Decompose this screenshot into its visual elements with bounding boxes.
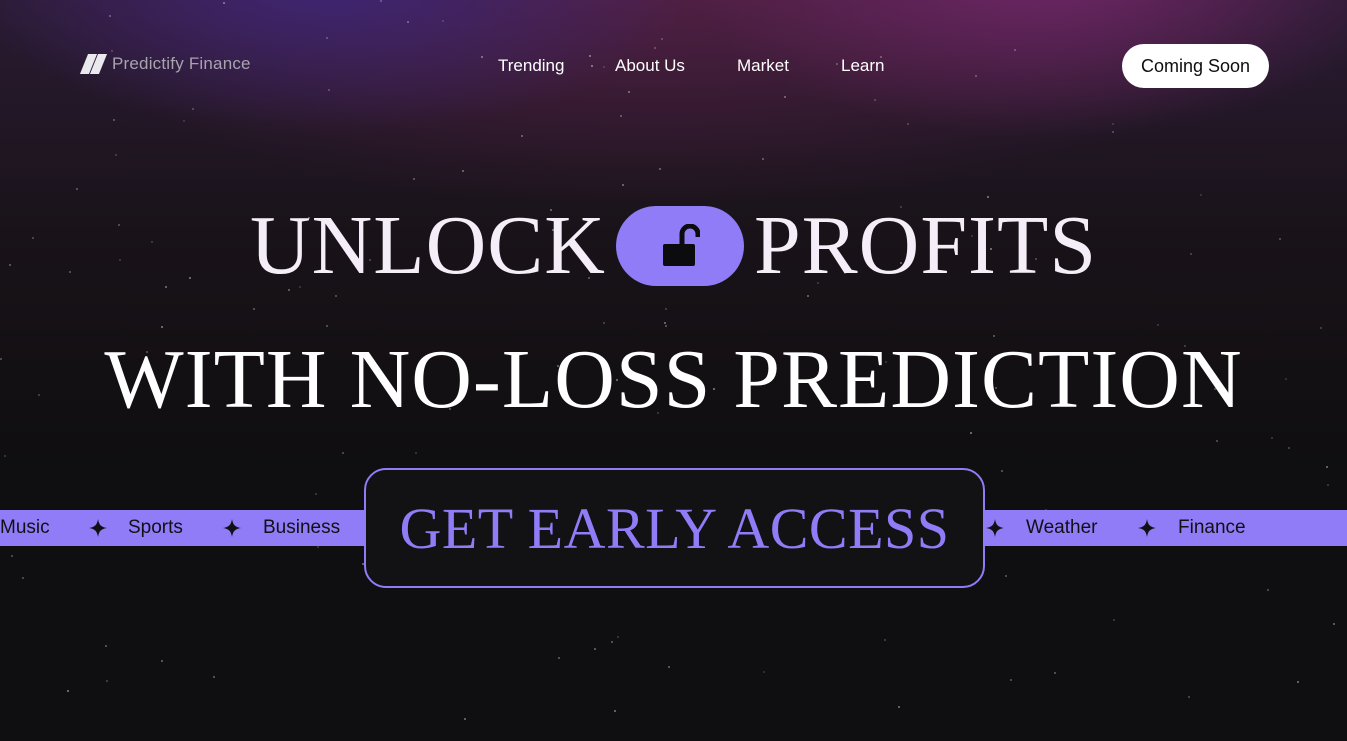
unlocked-padlock-icon [662,224,700,266]
headline-word-unlock: UNLOCK [249,199,606,292]
hero-headline-line-2: WITH NO-LOSS PREDICTION [104,333,1243,426]
ticker-item-weather: Weather [1026,517,1098,538]
get-early-access-button[interactable]: GET EARLY ACCESS [364,468,985,588]
ticker-item-finance: Finance [1178,517,1246,538]
ticker-item-sports: Sports [128,517,183,538]
ticker-item-business: Business [263,517,341,538]
hero-headline-line-1: UNLOCK PROFITS [0,204,1347,288]
nav-item-about-us[interactable]: About Us [615,56,685,76]
ticker-item-music: Music [0,517,50,538]
nav-item-learn[interactable]: Learn [841,56,884,76]
brand-name: Predictify Finance [112,54,251,73]
four-point-star-icon [986,519,1004,537]
four-point-star-icon [89,519,107,537]
parallelogram-logo-icon [79,54,108,74]
brand-logo[interactable]: Predictify Finance [79,54,251,74]
lock-pill [615,206,744,286]
nav-item-market[interactable]: Market [737,56,789,76]
four-point-star-icon [1138,519,1156,537]
headline-word-profits: PROFITS [753,199,1098,292]
coming-soon-button[interactable]: Coming Soon [1122,44,1269,88]
nav-item-trending[interactable]: Trending [498,56,564,76]
four-point-star-icon [223,519,241,537]
